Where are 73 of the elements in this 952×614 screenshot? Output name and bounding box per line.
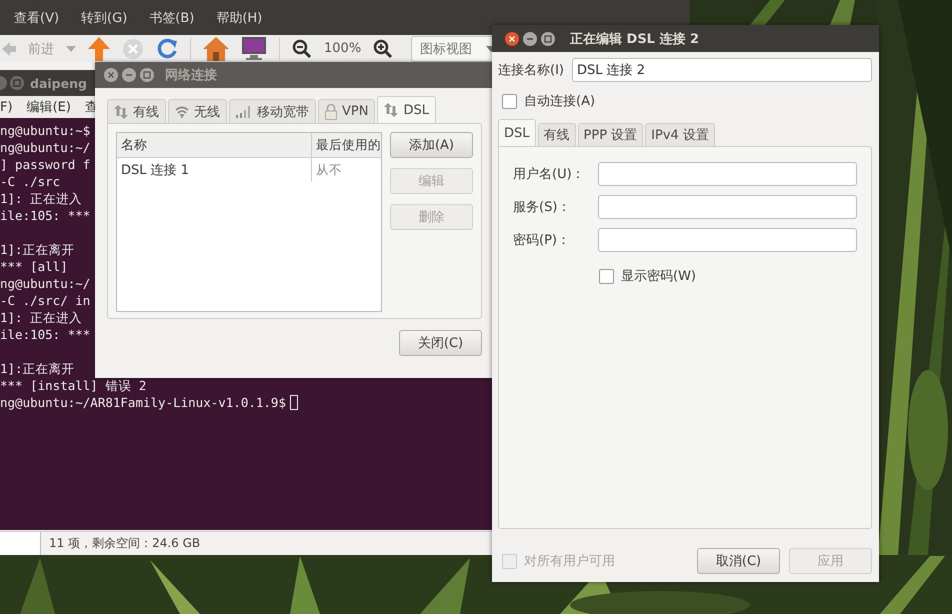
menu-item[interactable]: 转到(G)	[81, 8, 128, 26]
terminal-line: 1]:正在离开	[0, 241, 75, 258]
table-cell[interactable]: 从不	[312, 158, 381, 182]
checkbox-label[interactable]: 自动连接(A)	[524, 92, 596, 110]
terminal-line: -C ./src	[0, 173, 60, 190]
terminal-line: ile:105: ***	[0, 326, 90, 343]
tab[interactable]: 有线	[538, 123, 576, 146]
terminal-line: ile:105: ***	[0, 207, 90, 224]
field-label: 用户名(U)：	[513, 166, 586, 183]
up-down-arrows-icon	[384, 103, 398, 117]
menu-item[interactable]: 编辑(E)	[26, 98, 71, 116]
tab[interactable]: 有线	[107, 99, 166, 123]
window-title: daipeng	[30, 76, 87, 90]
menu-item[interactable]: 书签(B)	[149, 8, 194, 26]
window-controls-icon[interactable]	[103, 67, 155, 83]
up-down-arrows-icon	[114, 104, 128, 118]
wifi-icon	[175, 106, 189, 118]
caret-icon[interactable]	[66, 46, 76, 52]
checkbox[interactable]	[599, 268, 614, 284]
checkbox[interactable]	[502, 94, 517, 108]
tab[interactable]: DSL	[377, 96, 436, 123]
input-field[interactable]	[598, 195, 857, 219]
lock-icon	[325, 104, 337, 120]
text-cursor	[290, 395, 298, 410]
field-label: 服务(S)：	[513, 199, 572, 216]
menu-item[interactable]: 查看(V)	[14, 8, 60, 26]
status-bar-text: 11 项，剩余空间：24.6 GB	[49, 535, 200, 552]
column-header[interactable]: 名称	[117, 133, 312, 157]
tab[interactable]: 无线	[168, 99, 227, 123]
menu-item[interactable]: F)	[0, 100, 13, 114]
reload-icon[interactable]	[156, 38, 178, 60]
terminal-line: -C ./src/ in	[0, 292, 90, 309]
close-button[interactable]: 关闭(C)	[399, 330, 482, 356]
tab[interactable]: IPv4 设置	[645, 123, 715, 146]
tab[interactable]: PPP 设置	[578, 123, 644, 146]
terminal-line: 1]:正在离开	[0, 360, 75, 377]
terminal-line: *** [all]	[0, 258, 68, 275]
terminal-line: 1]: 正在进入	[0, 190, 82, 207]
window-controls-icon[interactable]	[504, 30, 556, 46]
up-arrow-icon[interactable]	[88, 36, 110, 60]
window-title: 正在编辑 DSL 连接 2	[570, 30, 700, 48]
window-title: 网络连接	[165, 66, 217, 84]
field-label: 连接名称(I)	[498, 62, 564, 79]
column-header[interactable]: 最后使用的	[312, 133, 381, 157]
monitor-icon[interactable]	[241, 36, 267, 60]
home-icon[interactable]	[203, 36, 229, 60]
terminal-line: ng@ubuntu:~/	[0, 139, 90, 156]
menu-item[interactable]: 帮助(H)	[216, 8, 262, 26]
terminal-line: ng@ubuntu:~/	[0, 275, 90, 292]
table-cell[interactable]: DSL 连接 1	[117, 158, 312, 182]
input-field[interactable]	[598, 228, 857, 252]
window-controls-icon[interactable]	[0, 75, 26, 91]
terminal-line: 1]: 正在进入	[0, 309, 82, 326]
tab[interactable]: DSL	[498, 119, 536, 146]
input-field[interactable]	[598, 162, 857, 186]
dialog-button[interactable]: 添加(A)	[390, 132, 473, 158]
back-arrow-icon[interactable]	[2, 40, 16, 58]
zoom-out-icon[interactable]	[292, 38, 312, 58]
connection-name-field[interactable]: DSL 连接 2	[572, 58, 872, 82]
signal-bars-icon	[236, 106, 252, 118]
zoom-level: 100%	[324, 41, 362, 56]
tab[interactable]: 移动宽带	[229, 99, 316, 123]
stop-icon[interactable]	[122, 38, 144, 60]
checkbox-label[interactable]: 显示密码(W)	[621, 267, 696, 285]
field-label: 密码(P)：	[513, 232, 571, 249]
cancel-button[interactable]: 取消(C)	[697, 548, 780, 574]
zoom-in-icon[interactable]	[373, 38, 394, 58]
terminal-line: *** [install] 错误 2	[0, 377, 146, 394]
sidebar-panel	[0, 532, 41, 555]
terminal-line: ] password f	[0, 156, 90, 173]
terminal-line: ng@ubuntu:~/AR81Family-Linux-v1.0.1.9$	[0, 394, 286, 411]
terminal-line: ng@ubuntu:~$	[0, 122, 90, 139]
tab[interactable]: VPN	[318, 99, 376, 123]
